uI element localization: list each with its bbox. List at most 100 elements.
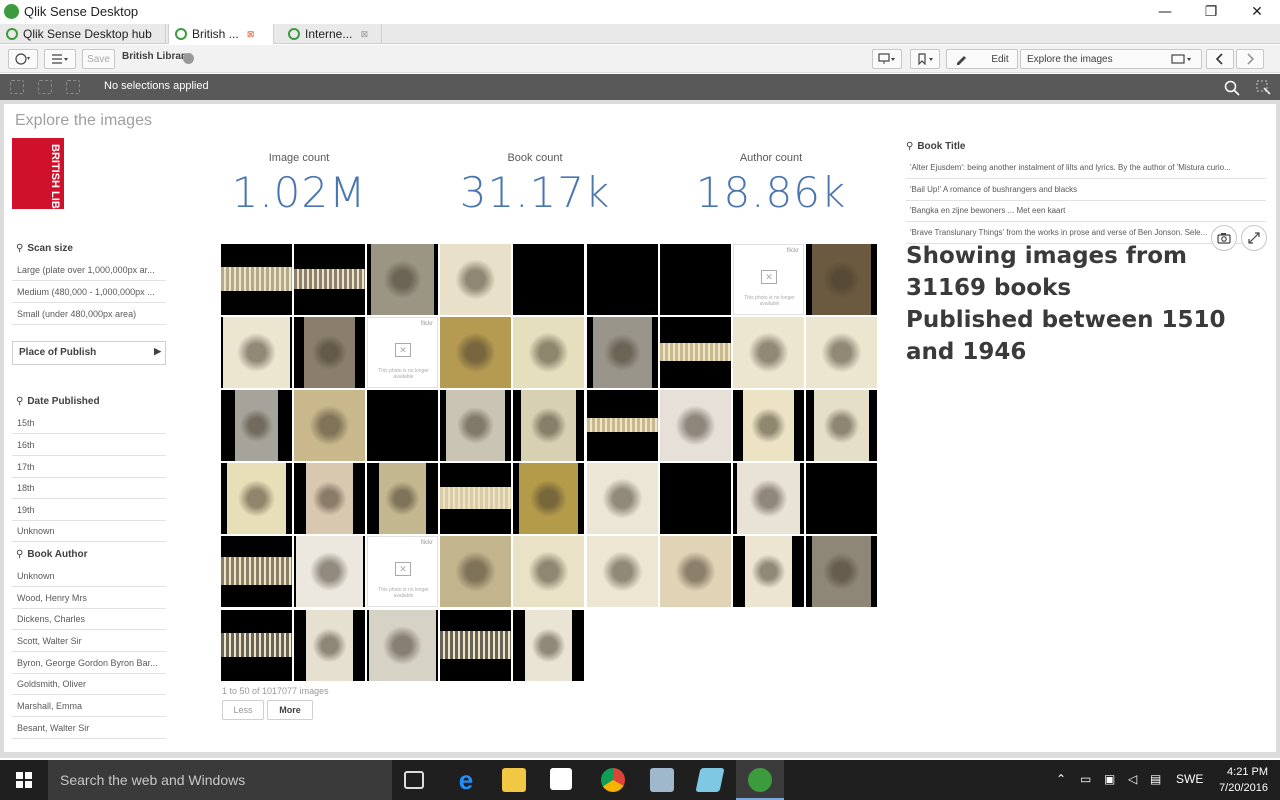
image-thumbnail[interactable] — [221, 244, 292, 315]
filter-item[interactable]: Scott, Walter Sir — [12, 630, 166, 652]
image-thumbnail[interactable] — [587, 317, 658, 388]
tab-hub[interactable]: Qlik Sense Desktop hub — [0, 24, 166, 44]
image-thumbnail[interactable] — [660, 390, 731, 461]
image-thumbnail[interactable]: flickr ✕ This photo is no longer available — [367, 536, 438, 607]
file-explorer-icon[interactable] — [502, 768, 526, 792]
image-thumbnail[interactable] — [221, 317, 292, 388]
tab-close-icon[interactable]: ⊠ — [247, 30, 255, 39]
next-sheet-button[interactable] — [1236, 49, 1264, 69]
image-thumbnail[interactable] — [806, 463, 877, 534]
minimize-button[interactable]: — — [1142, 0, 1188, 24]
filter-item[interactable]: 15th — [12, 412, 166, 434]
filter-item[interactable]: Medium (480,000 - 1,000,000px ... — [12, 281, 166, 303]
image-thumbnail[interactable] — [440, 390, 511, 461]
image-thumbnail[interactable] — [294, 390, 365, 461]
display-icon[interactable]: ▣ — [1104, 772, 1115, 786]
image-thumbnail[interactable] — [733, 317, 804, 388]
qlik-taskbar-button[interactable] — [736, 760, 784, 800]
image-thumbnail[interactable] — [221, 463, 292, 534]
image-thumbnail[interactable] — [806, 390, 877, 461]
image-thumbnail[interactable] — [294, 244, 365, 315]
selections-tool-icon[interactable] — [1256, 80, 1272, 96]
clock[interactable]: 4:21 PM 7/20/2016 — [1219, 764, 1268, 796]
image-thumbnail[interactable] — [587, 390, 658, 461]
sheet-selector[interactable]: Explore the images — [1020, 49, 1202, 69]
book-title-item[interactable]: 'Bail Up!' A romance of bushrangers and … — [906, 179, 1266, 201]
image-thumbnail[interactable] — [660, 244, 731, 315]
tray-chevron-icon[interactable]: ⌃ — [1056, 772, 1066, 786]
image-thumbnail[interactable] — [367, 463, 438, 534]
filter-item[interactable]: Wood, Henry Mrs — [12, 587, 166, 609]
book-title-item[interactable]: 'Alter Ejusdem': being another instalmen… — [906, 157, 1266, 179]
book-title-item[interactable]: 'Bangka en zijne bewoners ... Met een ka… — [906, 200, 1266, 222]
image-thumbnail[interactable] — [221, 390, 292, 461]
image-thumbnail[interactable] — [806, 536, 877, 607]
filter-item[interactable]: Small (under 480,000px area) — [12, 303, 166, 325]
taskbar-search[interactable]: Search the web and Windows — [48, 760, 392, 800]
date-published-filter-title[interactable]: ⚲ Date Published — [16, 396, 100, 407]
image-thumbnail[interactable] — [513, 610, 584, 681]
kpi-book-count[interactable]: Book count 31.17k — [435, 152, 635, 217]
image-thumbnail[interactable] — [367, 244, 438, 315]
language-indicator[interactable]: SWE — [1176, 772, 1203, 786]
search-icon[interactable] — [1224, 80, 1240, 96]
filter-item[interactable]: Goldsmith, Oliver — [12, 673, 166, 695]
image-thumbnail[interactable] — [294, 610, 365, 681]
image-thumbnail[interactable] — [660, 317, 731, 388]
save-button[interactable]: Save — [82, 49, 115, 69]
kpi-image-count[interactable]: Image count 1.02M — [199, 152, 399, 217]
image-thumbnail[interactable] — [221, 610, 292, 681]
less-button[interactable]: Less — [222, 700, 264, 720]
image-thumbnail[interactable]: flickr ✕ This photo is no longer available — [367, 317, 438, 388]
kpi-author-count[interactable]: Author count 18.86k — [671, 152, 871, 217]
app-icon[interactable] — [695, 768, 725, 792]
bookmark-button[interactable] — [910, 49, 940, 69]
tab-internet[interactable]: Interne... ⊠ — [282, 24, 382, 44]
app-info-icon[interactable] — [183, 53, 194, 64]
image-thumbnail[interactable] — [221, 536, 292, 607]
book-title-filter-title[interactable]: ⚲ Book Title — [906, 141, 965, 152]
close-button[interactable]: ✕ — [1234, 0, 1280, 24]
image-thumbnail[interactable] — [660, 536, 731, 607]
step-back-icon[interactable] — [10, 80, 24, 94]
place-of-publish-filter[interactable]: Place of Publish ▶ — [12, 341, 166, 365]
app-icon[interactable] — [650, 768, 674, 792]
volume-icon[interactable]: ◁ — [1128, 772, 1137, 786]
message-icon[interactable]: ▤ — [1150, 772, 1161, 786]
image-thumbnail[interactable] — [513, 317, 584, 388]
image-thumbnail[interactable] — [367, 610, 438, 681]
image-thumbnail[interactable] — [513, 390, 584, 461]
image-thumbnail[interactable] — [806, 317, 877, 388]
image-thumbnail[interactable] — [587, 244, 658, 315]
image-thumbnail[interactable] — [513, 244, 584, 315]
image-thumbnail[interactable] — [440, 610, 511, 681]
image-thumbnail[interactable] — [513, 536, 584, 607]
image-thumbnail[interactable] — [367, 390, 438, 461]
image-thumbnail[interactable] — [806, 244, 877, 315]
image-thumbnail[interactable] — [294, 536, 365, 607]
filter-item[interactable]: 17th — [12, 456, 166, 478]
image-thumbnail[interactable] — [294, 317, 365, 388]
image-thumbnail[interactable] — [587, 463, 658, 534]
filter-item[interactable]: Unknown — [12, 565, 166, 587]
filter-item[interactable]: Large (plate over 1,000,000px ar... — [12, 259, 166, 281]
image-thumbnail[interactable] — [587, 536, 658, 607]
filter-item[interactable]: Dickens, Charles — [12, 608, 166, 630]
tab-close-icon[interactable]: ⊠ — [360, 30, 369, 39]
image-thumbnail[interactable] — [660, 463, 731, 534]
chrome-icon[interactable] — [601, 768, 625, 792]
task-view-icon[interactable] — [404, 771, 424, 789]
filter-item[interactable]: Besant, Walter Sir — [12, 717, 166, 739]
filter-item[interactable]: Unknown — [12, 520, 166, 542]
clear-selections-icon[interactable] — [66, 80, 80, 94]
image-thumbnail[interactable] — [733, 536, 804, 607]
start-button[interactable] — [0, 760, 48, 800]
filter-item[interactable]: Marshall, Emma — [12, 695, 166, 717]
image-thumbnail[interactable] — [440, 463, 511, 534]
filter-item[interactable]: 18th — [12, 477, 166, 499]
store-icon[interactable] — [550, 768, 572, 790]
tab-british-library[interactable]: British ... ⊠ — [168, 24, 274, 44]
step-forward-icon[interactable] — [38, 80, 52, 94]
image-thumbnail[interactable] — [733, 390, 804, 461]
image-thumbnail[interactable] — [440, 317, 511, 388]
